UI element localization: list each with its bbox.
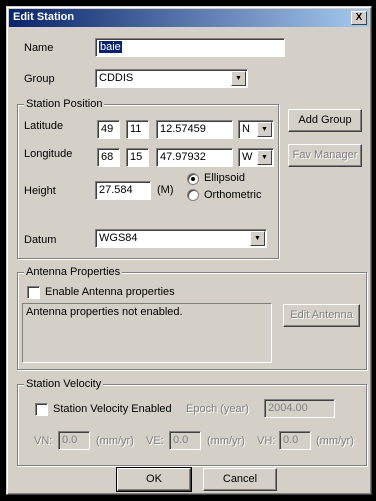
- window-title: Edit Station: [13, 11, 75, 23]
- add-group-button[interactable]: Add Group: [288, 109, 362, 132]
- latitude-minutes-field[interactable]: 11: [126, 120, 149, 139]
- datum-dropdown[interactable]: WGS84 ▼: [95, 229, 267, 248]
- edit-antenna-button[interactable]: Edit Antenna: [283, 304, 360, 327]
- name-value: baie: [99, 41, 122, 53]
- chevron-down-icon[interactable]: ▼: [250, 231, 265, 246]
- name-field[interactable]: baie: [95, 38, 285, 57]
- ve-label: VE:: [146, 435, 164, 447]
- antenna-properties-legend: Antenna Properties: [24, 266, 123, 278]
- latitude-seconds-field[interactable]: 12.57459: [156, 120, 233, 139]
- antenna-status-text: Antenna properties not enabled.: [26, 306, 183, 318]
- edit-station-dialog: Edit Station X Name baie Group CDDIS ▼ S…: [6, 6, 372, 495]
- latitude-degrees-field[interactable]: 49: [97, 120, 120, 139]
- height-field[interactable]: 27.584: [95, 181, 151, 200]
- height-unit: (M): [157, 184, 174, 196]
- group-value: CDDIS: [99, 72, 134, 84]
- station-velocity-group: Station Velocity: [17, 378, 367, 466]
- enable-antenna-checkbox[interactable]: [27, 286, 40, 299]
- vn-label: VN:: [34, 435, 53, 447]
- name-label: Name: [24, 42, 54, 54]
- datum-label: Datum: [24, 234, 57, 246]
- orthometric-label: Orthometric: [204, 189, 262, 201]
- longitude-hemisphere-value: W: [242, 151, 253, 163]
- latitude-hemisphere-dropdown[interactable]: N ▼: [238, 120, 274, 139]
- orthometric-radio[interactable]: [187, 189, 199, 201]
- datum-value: WGS84: [99, 232, 138, 244]
- velocity-enabled-label: Station Velocity Enabled: [53, 403, 172, 415]
- chevron-down-icon[interactable]: ▼: [257, 122, 272, 137]
- longitude-minutes-field[interactable]: 15: [126, 148, 149, 167]
- longitude-label: Longitude: [24, 148, 73, 160]
- vh-field[interactable]: 0.0: [279, 431, 311, 450]
- station-velocity-legend: Station Velocity: [24, 378, 104, 390]
- velocity-enabled-checkbox[interactable]: [35, 403, 48, 416]
- ellipsoid-radio[interactable]: [187, 173, 199, 185]
- vn-unit: (mm/yr): [96, 435, 134, 447]
- latitude-hemisphere-value: N: [242, 123, 250, 135]
- antenna-status-box: Antenna properties not enabled.: [22, 303, 272, 363]
- latitude-label: Latitude: [24, 120, 64, 132]
- cancel-button[interactable]: Cancel: [203, 468, 277, 491]
- longitude-seconds-field[interactable]: 47.97932: [156, 148, 233, 167]
- vh-label: VH:: [257, 435, 276, 447]
- longitude-hemisphere-dropdown[interactable]: W ▼: [238, 148, 274, 167]
- group-dropdown[interactable]: CDDIS ▼: [95, 69, 248, 88]
- epoch-label: Epoch (year): [186, 403, 249, 415]
- ve-field[interactable]: 0.0: [169, 431, 201, 450]
- enable-antenna-label: Enable Antenna properties: [45, 286, 175, 298]
- ellipsoid-label: Ellipsoid: [204, 172, 245, 184]
- title-bar[interactable]: Edit Station X: [9, 9, 369, 27]
- epoch-field[interactable]: 2004.00: [264, 399, 335, 418]
- vh-unit: (mm/yr): [316, 435, 354, 447]
- vn-field[interactable]: 0.0: [58, 431, 90, 450]
- chevron-down-icon[interactable]: ▼: [231, 71, 246, 86]
- close-icon[interactable]: X: [351, 11, 367, 25]
- longitude-degrees-field[interactable]: 68: [97, 148, 120, 167]
- chevron-down-icon[interactable]: ▼: [257, 150, 272, 165]
- ok-button[interactable]: OK: [116, 467, 192, 492]
- fav-manager-button[interactable]: Fav Manager: [288, 144, 362, 167]
- ve-unit: (mm/yr): [207, 435, 245, 447]
- station-position-legend: Station Position: [24, 98, 105, 110]
- group-label: Group: [24, 73, 55, 85]
- height-label: Height: [24, 185, 56, 197]
